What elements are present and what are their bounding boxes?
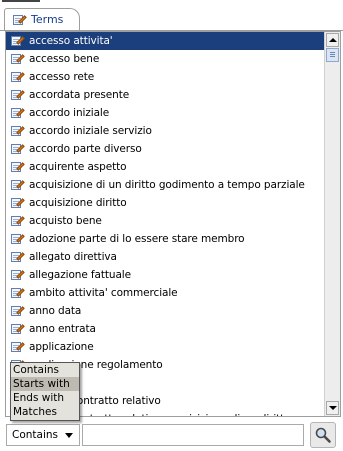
search-button[interactable] <box>310 422 336 448</box>
list-item-label: accordo iniziale servizio <box>29 125 152 137</box>
scroll-thumb[interactable] <box>326 48 339 62</box>
list-item-label: accordata presente <box>29 89 130 101</box>
list-item[interactable]: acquirente aspetto <box>6 158 324 176</box>
list-item[interactable]: accesso bene <box>6 50 324 68</box>
list-item-label: anno data <box>29 305 82 317</box>
scroll-up-button[interactable] <box>326 33 339 47</box>
document-edit-icon <box>11 89 25 101</box>
terms-list-rows: accesso attivita' accesso bene accesso ret… <box>6 32 324 416</box>
document-edit-icon <box>11 143 25 155</box>
list-item-label: accesso bene <box>29 53 100 65</box>
document-edit-icon <box>11 287 25 299</box>
list-item[interactable]: acquisizione diritto <box>6 194 324 212</box>
list-item[interactable]: applicazione <box>6 338 324 356</box>
match-mode-menu: Contains Starts with Ends with Matches <box>10 362 80 421</box>
list-item-label: allegazione fattuale <box>29 269 131 281</box>
list-item[interactable]: anno entrata <box>6 320 324 338</box>
menu-item-matches[interactable]: Matches <box>11 405 79 419</box>
tab-strip: Terms <box>0 0 343 31</box>
document-edit-icon <box>11 323 25 335</box>
list-item-label: adozione parte di lo essere stare membro <box>29 233 245 245</box>
list-item[interactable]: allegazione fattuale <box>6 266 324 284</box>
list-item[interactable]: acquisizione di un diritto godimento a t… <box>6 176 324 194</box>
tab-terms[interactable]: Terms <box>4 8 80 30</box>
window-edge <box>2 0 40 2</box>
list-item-label: ambito attivita' commerciale <box>29 287 178 299</box>
list-item[interactable]: acquisto bene <box>6 212 324 230</box>
list-item[interactable]: adozione parte di lo essere stare membro <box>6 230 324 248</box>
magnifier-icon <box>315 427 331 443</box>
list-item[interactable]: ambito attivita' commerciale <box>6 284 324 302</box>
tab-label: Terms <box>31 13 64 26</box>
list-item-label: allegato direttiva <box>29 251 117 263</box>
document-edit-icon <box>11 179 25 191</box>
list-item-label: acquisizione di un diritto godimento a t… <box>29 179 305 191</box>
document-edit-icon <box>11 305 25 317</box>
match-mode-select[interactable]: Contains <box>6 424 80 446</box>
terms-list[interactable]: accesso attivita' accesso bene accesso ret… <box>5 31 341 417</box>
list-item-label: applicazione <box>29 341 94 353</box>
document-edit-icon <box>11 251 25 263</box>
list-item-label: acquirente aspetto <box>29 161 127 173</box>
document-edit-icon <box>13 14 27 26</box>
document-edit-icon <box>11 107 25 119</box>
document-edit-icon <box>11 71 25 83</box>
document-edit-icon <box>11 125 25 137</box>
match-mode-value: Contains <box>12 429 59 441</box>
document-edit-icon <box>11 269 25 281</box>
list-item[interactable]: accesso rete <box>6 68 324 86</box>
document-edit-icon <box>11 35 25 47</box>
document-edit-icon <box>11 161 25 173</box>
list-item-label: anno entrata <box>29 323 96 335</box>
menu-item-ends-with[interactable]: Ends with <box>11 391 79 405</box>
list-item-label: accesso rete <box>29 71 95 83</box>
search-input[interactable] <box>82 424 304 446</box>
search-bar: Contains <box>0 419 343 451</box>
list-item[interactable]: accordo parte diverso <box>6 140 324 158</box>
list-item-label: accordo parte diverso <box>29 143 142 155</box>
list-item[interactable]: accordata presente <box>6 86 324 104</box>
list-item[interactable]: accordo iniziale <box>6 104 324 122</box>
list-item[interactable]: accesso attivita' <box>6 32 324 50</box>
list-item-label: accesso attivita' <box>29 35 113 47</box>
list-item[interactable]: anno data <box>6 302 324 320</box>
document-edit-icon <box>11 233 25 245</box>
list-item[interactable]: accordo iniziale servizio <box>6 122 324 140</box>
menu-item-starts-with[interactable]: Starts with <box>11 377 79 391</box>
vertical-scrollbar[interactable] <box>324 32 340 416</box>
document-edit-icon <box>11 341 25 353</box>
chevron-down-icon <box>65 433 73 438</box>
list-item-label: accordo iniziale <box>29 107 110 119</box>
menu-item-contains[interactable]: Contains <box>11 363 79 377</box>
document-edit-icon <box>11 215 25 227</box>
list-item[interactable]: allegato direttiva <box>6 248 324 266</box>
document-edit-icon <box>11 53 25 65</box>
list-item-label: acquisto bene <box>29 215 102 227</box>
document-edit-icon <box>11 197 25 209</box>
list-item-label: acquisizione diritto <box>29 197 127 209</box>
scroll-down-button[interactable] <box>326 401 339 415</box>
